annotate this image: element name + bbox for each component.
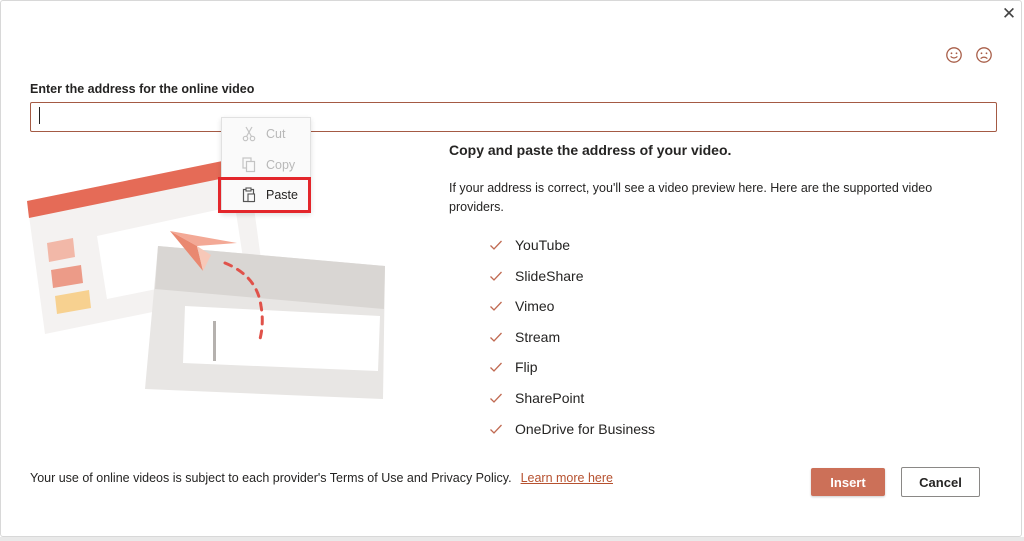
checkmark-icon	[489, 330, 503, 342]
close-button[interactable]: ✕	[999, 4, 1019, 24]
provider-name: Stream	[515, 328, 561, 345]
info-heading: Copy and paste the address of your video…	[449, 142, 732, 158]
provider-name: OneDrive for Business	[515, 420, 656, 437]
info-description: If your address is correct, you'll see a…	[449, 181, 933, 214]
copy-icon	[242, 157, 256, 173]
checkmark-icon	[489, 299, 503, 312]
checkmark-icon	[489, 422, 503, 434]
scissors-icon	[242, 126, 256, 142]
provider-name: YouTube	[515, 237, 571, 253]
checkmark-icon	[489, 238, 503, 250]
checkmark-icon	[489, 360, 503, 373]
learn-more-link[interactable]: Learn more here	[521, 471, 613, 485]
checkmark-icon	[489, 269, 503, 281]
checkmark-icon	[489, 391, 503, 403]
video-url-input[interactable]	[30, 102, 997, 132]
context-menu-copy[interactable]: Copy	[222, 151, 310, 179]
provider-name: SlideShare	[515, 267, 584, 284]
smile-icon[interactable]	[945, 46, 963, 64]
terms-notice: Your use of online videos is subject to …	[30, 471, 613, 485]
window-bottom-edge	[0, 537, 1024, 541]
front-window-illustration	[145, 246, 385, 399]
context-menu-cut[interactable]: Cut	[222, 120, 310, 148]
insert-button[interactable]: Insert	[811, 468, 885, 496]
provider-name: Flip	[515, 359, 538, 376]
provider-name: Vimeo	[515, 298, 555, 315]
context-menu-label: Cut	[266, 127, 286, 141]
cancel-button[interactable]: Cancel	[901, 467, 980, 497]
insert-video-dialog: ✕ Enter the address for the online video	[0, 0, 1022, 537]
text-caret	[39, 107, 40, 124]
url-field-label: Enter the address for the online video	[30, 82, 255, 96]
provider-name: SharePoint	[515, 389, 585, 406]
paste-illustration	[27, 156, 385, 399]
frown-icon[interactable]	[975, 46, 993, 64]
terms-text: Your use of online videos is subject to …	[30, 471, 512, 485]
context-menu-label: Copy	[266, 158, 296, 172]
paste-highlight-box	[218, 177, 311, 213]
